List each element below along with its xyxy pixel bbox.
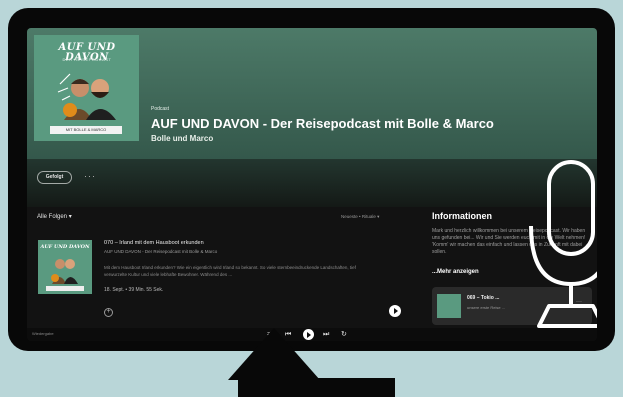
monitor-frame: AUF UND DAVON DER REISEPODCAST MIT BOLLE…: [8, 8, 615, 351]
info-heading: Informationen: [432, 211, 492, 221]
episode-thumbnail-band: [46, 286, 84, 291]
podcast-meta: Podcast AUF UND DAVON - Der Reisepodcast…: [151, 106, 494, 143]
related-episode-subtitle: unsere erste Reise ...: [467, 305, 506, 310]
add-icon[interactable]: +: [104, 308, 113, 317]
episode-date-duration: 18. Sept. • 39 Min. 55 Sek.: [104, 287, 164, 293]
chevron-down-icon: ▾: [68, 214, 72, 220]
content-type-label: Podcast: [151, 106, 170, 112]
cover-band: MIT BOLLE & MARCO: [50, 126, 122, 134]
show-more-link[interactable]: ...Mehr anzeigen: [432, 269, 479, 275]
microphone-icon: [529, 160, 597, 328]
episode-title[interactable]: 070 – Irland mit dem Hausboot erkunden: [104, 240, 204, 246]
podcast-header: AUF UND DAVON DER REISEPODCAST MIT BOLLE…: [27, 28, 597, 159]
repeat-icon[interactable]: ↻: [341, 330, 347, 339]
hosts-illustration: [57, 73, 116, 120]
episode-play-button[interactable]: [389, 305, 401, 317]
sort-label: Neueste • Rituale: [341, 214, 376, 219]
sort-chevron-down-icon: ▾: [377, 214, 380, 219]
follow-button[interactable]: Gefolgt: [37, 171, 72, 184]
skip-forward-icon[interactable]: ⏭: [323, 330, 329, 339]
app-screen: AUF UND DAVON DER REISEPODCAST MIT BOLLE…: [27, 28, 597, 341]
episode-description: Mit dem Hausboot Irland erkunden? Wie ei…: [104, 265, 356, 277]
monitor-stand-neck: [228, 328, 320, 380]
cover-subtitle: DER REISEPODCAST: [62, 57, 112, 62]
monitor-stand-base: [238, 378, 395, 397]
podcast-author[interactable]: Bolle und Marco: [151, 134, 494, 143]
episode-show-name[interactable]: AUF UND DAVON - Der Reisepodcast mit Bol…: [104, 249, 217, 254]
action-bar: Gefolgt ···: [27, 159, 597, 207]
podcast-title: AUF UND DAVON - Der Reisepodcast mit Bol…: [151, 116, 494, 131]
related-episode-thumbnail: [437, 294, 461, 318]
episode-thumbnail-title: AUF UND DAVON: [40, 244, 90, 250]
hosts-illustration-small: [51, 259, 78, 284]
episodes-filter-label: Alle Folgen: [37, 214, 68, 220]
player-label: Wiedergabe: [32, 331, 54, 336]
sort-dropdown[interactable]: Neueste • Rituale ▾: [341, 214, 379, 220]
more-options-button[interactable]: ···: [84, 171, 96, 182]
episodes-filter[interactable]: Alle Folgen ▾: [37, 213, 72, 220]
podcast-cover: AUF UND DAVON DER REISEPODCAST MIT BOLLE…: [34, 35, 139, 141]
episode-thumbnail[interactable]: AUF UND DAVON: [38, 240, 92, 294]
